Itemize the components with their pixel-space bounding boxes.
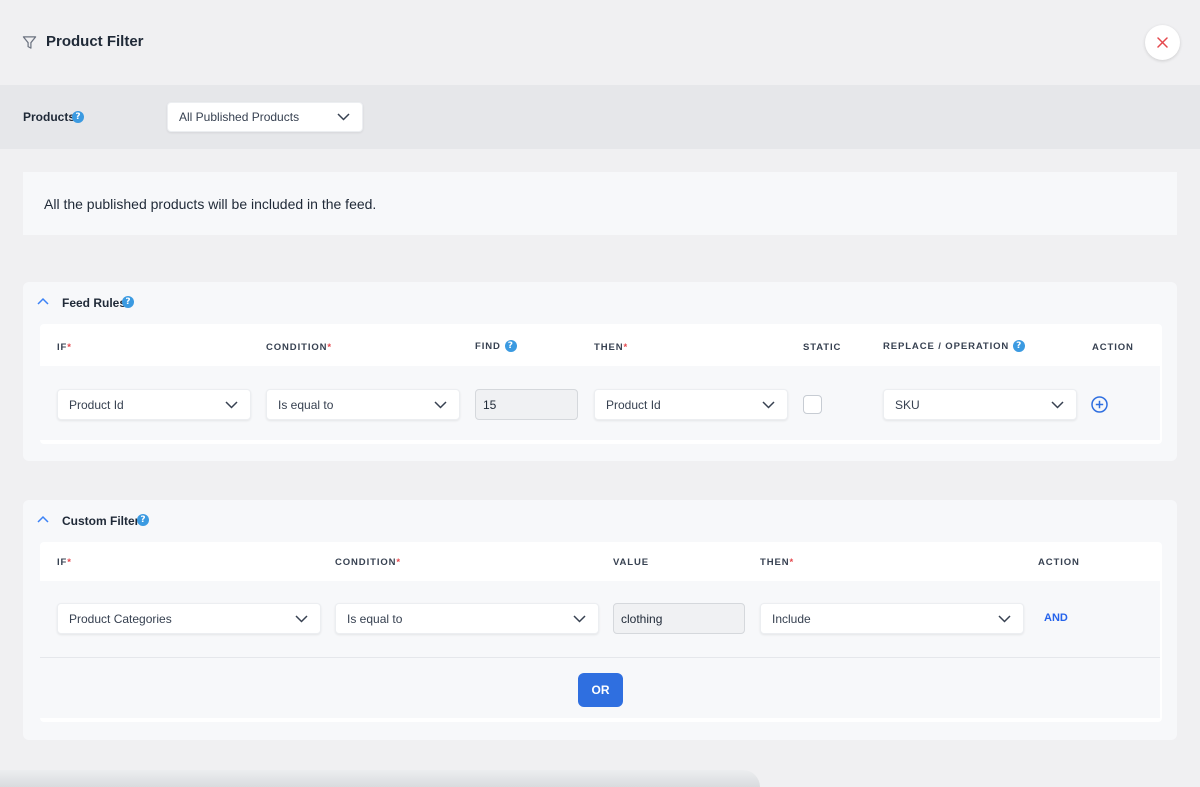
feed-rules-header: Feed Rules ? xyxy=(23,282,1177,322)
value-input[interactable]: clothing xyxy=(613,603,745,634)
table-row: Product Id Is equal to 15 Product Id SKU xyxy=(40,366,1160,440)
find-input[interactable]: 15 xyxy=(475,389,578,420)
column-header-action: ACTION xyxy=(1038,557,1080,568)
chevron-down-icon xyxy=(337,113,350,121)
chevron-up-icon[interactable] xyxy=(37,515,49,523)
custom-filter-panel: Custom Filter ? IF * CONDITION * VALUE THE… xyxy=(23,500,1177,740)
column-header-if: IF * xyxy=(57,342,72,353)
products-bar: Products ? All Published Products xyxy=(0,85,1200,149)
or-button[interactable]: OR xyxy=(578,673,623,707)
filter-icon xyxy=(22,36,37,49)
column-header-if: IF * xyxy=(57,557,72,568)
add-circle-icon[interactable] xyxy=(1091,396,1108,413)
chevron-down-icon xyxy=(998,614,1011,623)
and-button[interactable]: AND xyxy=(1044,612,1068,624)
background-shadow xyxy=(0,770,760,787)
column-header-then: THEN * xyxy=(760,557,795,568)
if-select[interactable]: Product Id xyxy=(57,389,251,420)
info-message: All the published products will be inclu… xyxy=(44,196,377,212)
help-icon[interactable]: ? xyxy=(1013,340,1026,352)
custom-filter-table: IF * CONDITION * VALUE THEN * ACTION Produc… xyxy=(40,542,1162,722)
modal-header: Product Filter xyxy=(0,0,1200,85)
chevron-down-icon xyxy=(434,400,447,409)
if-select[interactable]: Product Categories xyxy=(57,603,321,634)
help-icon[interactable]: ? xyxy=(504,340,517,352)
custom-filter-header: Custom Filter ? xyxy=(23,500,1177,540)
column-header-then: THEN * xyxy=(594,342,629,353)
close-button[interactable] xyxy=(1145,25,1180,60)
feed-rules-table: IF * CONDITION * FIND? THEN * STATIC REPLAC… xyxy=(40,324,1162,444)
condition-select[interactable]: Is equal to xyxy=(266,389,460,420)
page-title: Product Filter xyxy=(46,33,144,50)
feed-rules-title: Feed Rules xyxy=(62,296,127,310)
close-icon xyxy=(1157,37,1168,48)
table-row: Product Categories Is equal to clothing … xyxy=(40,581,1160,718)
column-header-condition: CONDITION * xyxy=(335,557,402,568)
products-select[interactable]: All Published Products xyxy=(167,102,363,132)
replace-select[interactable]: SKU xyxy=(883,389,1077,420)
column-header-condition: CONDITION * xyxy=(266,342,333,353)
column-header-find: FIND? xyxy=(475,340,517,352)
chevron-up-icon[interactable] xyxy=(37,297,49,305)
column-header-action: ACTION xyxy=(1092,342,1134,353)
then-select[interactable]: Product Id xyxy=(594,389,788,420)
column-header-value: VALUE xyxy=(613,557,649,568)
static-checkbox[interactable] xyxy=(803,395,822,414)
then-select[interactable]: Include xyxy=(760,603,1024,634)
chevron-down-icon xyxy=(1051,400,1064,409)
help-icon[interactable]: ? xyxy=(122,296,134,308)
condition-select[interactable]: Is equal to xyxy=(335,603,599,634)
chevron-down-icon xyxy=(225,400,238,409)
column-header-replace: REPLACE / OPERATION? xyxy=(883,340,1026,352)
chevron-down-icon xyxy=(295,614,308,623)
help-icon[interactable]: ? xyxy=(72,111,84,123)
feed-rules-panel: Feed Rules ? IF * CONDITION * FIND? THEN * … xyxy=(23,282,1177,461)
custom-filter-title: Custom Filter xyxy=(62,514,140,528)
info-box: All the published products will be inclu… xyxy=(23,172,1177,235)
products-label: Products xyxy=(23,110,76,124)
divider xyxy=(40,657,1160,658)
chevron-down-icon xyxy=(762,400,775,409)
column-header-static: STATIC xyxy=(803,342,842,353)
help-icon[interactable]: ? xyxy=(137,514,149,526)
chevron-down-icon xyxy=(573,614,586,623)
